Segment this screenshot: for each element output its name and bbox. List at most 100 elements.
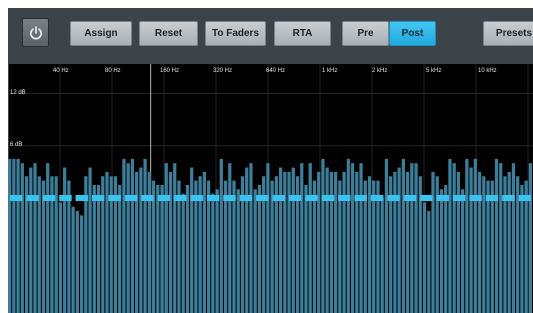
rta-bar	[401, 158, 405, 313]
eq-band-fader[interactable]	[288, 195, 302, 201]
eq-band-fader[interactable]	[59, 195, 72, 201]
eq-band-fader[interactable]	[338, 195, 351, 201]
assign-button[interactable]: Assign	[70, 21, 132, 46]
rta-bar	[202, 171, 206, 313]
toolbar: Assign Reset To Faders RTA Pre Post Pres…	[8, 8, 533, 58]
to-faders-button[interactable]: To Faders	[205, 21, 266, 46]
eq-band-fader[interactable]	[354, 195, 367, 201]
rta-bar	[346, 158, 350, 313]
rta-bar	[528, 163, 532, 313]
rta-bar	[283, 171, 287, 313]
rta-bar	[499, 163, 503, 313]
rta-bar	[249, 163, 253, 313]
rta-bar	[190, 167, 194, 313]
rta-bar	[380, 198, 384, 313]
eq-band-fader[interactable]	[141, 195, 154, 201]
rta-bar	[444, 184, 448, 313]
rta-bar	[215, 189, 219, 313]
eq-band-fader[interactable]	[452, 195, 466, 201]
eq-band-fader[interactable]	[272, 195, 285, 201]
eq-band-fader[interactable]	[370, 195, 384, 201]
eq-band-fader[interactable]	[436, 195, 449, 201]
rta-bar	[228, 163, 232, 313]
rta-bar	[494, 158, 499, 313]
eq-band-fader[interactable]	[174, 195, 187, 201]
eq-band-fader[interactable]	[485, 195, 499, 201]
eq-band-fader[interactable]	[239, 195, 253, 201]
eq-band-fader[interactable]	[26, 195, 39, 201]
rta-bar	[448, 158, 452, 313]
rta-bar	[469, 167, 473, 313]
rta-bar	[122, 158, 126, 313]
post-button[interactable]: Post	[389, 21, 436, 46]
rta-bar	[92, 184, 96, 313]
rta-bar	[135, 171, 139, 313]
eq-band-fader[interactable]	[469, 195, 482, 201]
rta-bar	[350, 163, 355, 313]
rta-bar	[384, 158, 389, 313]
rta-bar	[118, 184, 122, 313]
rta-bar	[321, 158, 325, 313]
eq-band-fader[interactable]	[124, 195, 138, 201]
eq-band-fader[interactable]	[305, 195, 318, 201]
rta-bar	[46, 163, 50, 313]
rta-bar	[431, 171, 435, 313]
eq-band-fader[interactable]	[256, 195, 269, 201]
freq-label-640hz: 640 Hz	[266, 68, 285, 74]
eq-band-fader[interactable]	[190, 195, 203, 201]
eq-band-fader[interactable]	[403, 195, 417, 201]
freq-label-80hz: 80 Hz	[105, 68, 121, 74]
rta-bar	[317, 171, 321, 313]
rta-bar	[359, 163, 363, 313]
rta-bar	[465, 158, 469, 313]
power-button[interactable]	[22, 18, 49, 47]
reset-button[interactable]: Reset	[139, 21, 198, 46]
rta-bars	[8, 158, 532, 313]
rta-bar	[130, 158, 135, 313]
rta-bar	[160, 184, 164, 313]
rta-bar	[329, 171, 333, 313]
rta-bar	[105, 171, 109, 313]
eq-band-fader[interactable]	[108, 195, 121, 201]
rta-bar	[461, 189, 465, 313]
rta-bar	[427, 211, 431, 313]
eq-band-fader[interactable]	[206, 195, 220, 201]
rta-bar	[278, 167, 283, 313]
eq-band-fader[interactable]	[321, 195, 335, 201]
rta-bar	[71, 206, 75, 313]
eq-band-fader[interactable]	[9, 195, 23, 201]
rta-bar	[143, 158, 147, 313]
eq-band-fader[interactable]	[420, 195, 433, 201]
eq-band-fader[interactable]	[518, 195, 532, 201]
rta-bar	[181, 193, 185, 313]
axis-labels: 40 Hz 80 Hz 160 Hz 320 Hz 640 Hz 1 kHz 2…	[10, 68, 497, 148]
rta-bar	[12, 158, 16, 313]
rta-bar	[8, 158, 12, 313]
eq-band-fader[interactable]	[502, 195, 515, 201]
rta-button[interactable]: RTA	[274, 21, 331, 46]
pre-button[interactable]: Pre	[342, 21, 389, 46]
rta-bar	[173, 163, 177, 313]
rta-bar	[456, 171, 461, 313]
presets-button[interactable]: Presets	[483, 21, 533, 46]
freq-label-10khz: 10 kHz	[478, 68, 497, 74]
rta-bar	[147, 171, 151, 313]
rta-bar	[88, 167, 92, 313]
eq-band-fader[interactable]	[223, 195, 236, 201]
rta-bar	[126, 163, 130, 313]
rta-bar	[185, 184, 190, 313]
rta-bar	[79, 215, 84, 313]
rta-bar	[139, 167, 143, 313]
rta-bar	[473, 158, 477, 313]
eq-graph: 40 Hz 80 Hz 160 Hz 320 Hz 640 Hz 1 kHz 2…	[8, 64, 533, 313]
freq-label-40hz: 40 Hz	[53, 68, 69, 74]
freq-label-320hz: 320 Hz	[213, 68, 232, 74]
graphic-eq-display[interactable]: 40 Hz 80 Hz 160 Hz 320 Hz 640 Hz 1 kHz 2…	[8, 64, 533, 313]
rta-bar	[211, 193, 215, 313]
eq-band-fader[interactable]	[157, 195, 171, 201]
eq-band-fader[interactable]	[387, 195, 400, 201]
eq-band-fader[interactable]	[92, 195, 105, 201]
eq-band-fader[interactable]	[42, 195, 56, 201]
eq-band-fader[interactable]	[75, 195, 89, 201]
rta-bar	[29, 167, 33, 313]
